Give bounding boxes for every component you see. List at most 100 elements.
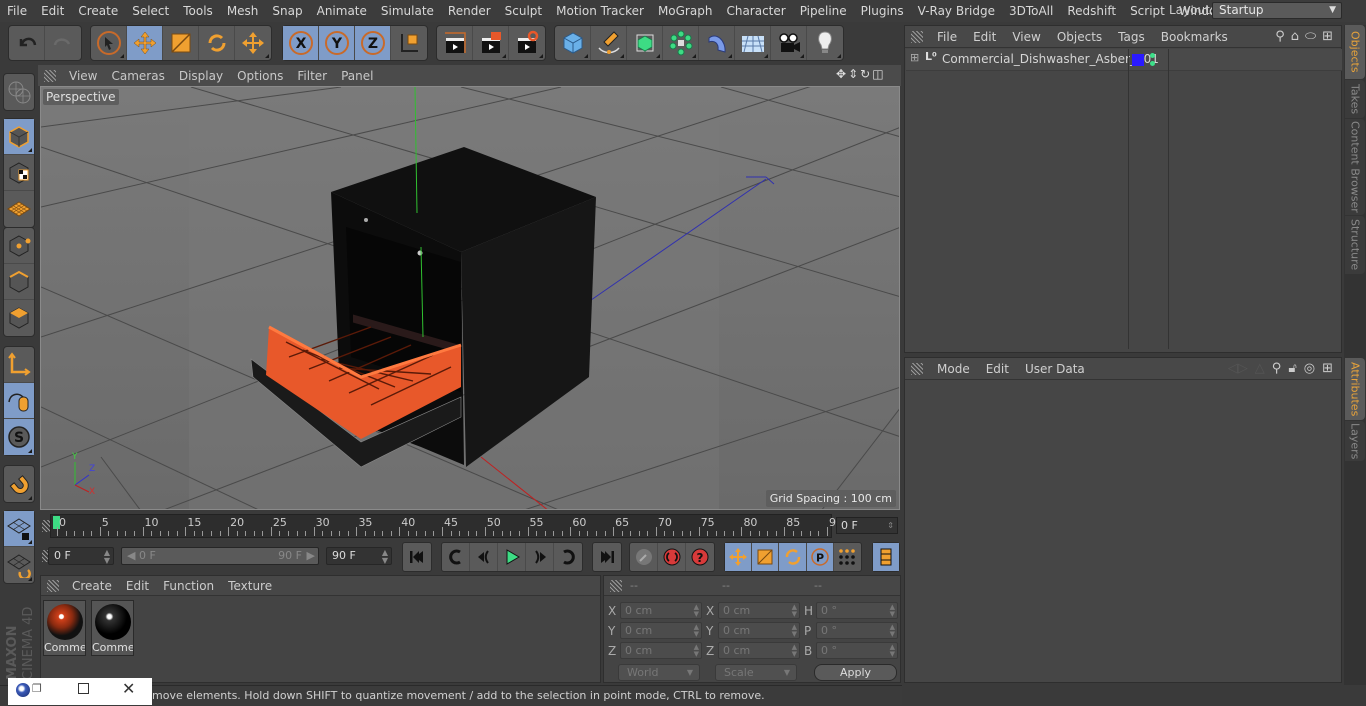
align-workplane-button[interactable] — [4, 547, 34, 583]
points-mode-button[interactable] — [4, 228, 34, 264]
viewport-menu-view[interactable]: View — [62, 69, 104, 83]
coordinate-field[interactable]: 0 cm ▲ ▼ — [718, 602, 800, 619]
subdivision-button[interactable] — [627, 26, 663, 60]
coordinate-field[interactable]: 0 cm ▲ ▼ — [620, 622, 702, 639]
render-settings-button[interactable] — [509, 26, 545, 60]
lock-workplane-button[interactable] — [4, 511, 34, 547]
layout-dropdown[interactable]: Startup ▼ — [1212, 2, 1342, 19]
menu-plugins[interactable]: Plugins — [854, 4, 911, 18]
timeline-ruler[interactable]: 051015202530354045505560657075808590 — [50, 514, 843, 538]
record-active-button[interactable] — [630, 543, 658, 571]
transform-mode-dropdown[interactable]: Scale ▼ — [715, 664, 797, 681]
spinner-icon[interactable]: ▲ ▼ — [694, 624, 699, 638]
y-axis-button[interactable]: Y — [319, 26, 355, 60]
maximize-view-icon[interactable]: ◫ — [872, 67, 883, 83]
frame-range-slider[interactable]: ◀ 0 F 90 F ▶ — [121, 547, 319, 565]
render-view-button[interactable] — [437, 26, 473, 60]
viewport-menu-display[interactable]: Display — [172, 69, 230, 83]
object-menu-edit[interactable]: Edit — [965, 30, 1004, 44]
solo-mode-button[interactable]: S — [4, 419, 34, 455]
menu-edit[interactable]: Edit — [34, 4, 71, 18]
object-name[interactable]: Commercial_Dishwasher_Asber_001 — [942, 52, 1159, 66]
menu-script[interactable]: Script — [1123, 4, 1172, 18]
start-frame-field[interactable]: 0 F ▲ ▼ — [48, 547, 114, 565]
spinner-icon[interactable]: ▲ ▼ — [382, 548, 388, 565]
key-pla-button[interactable] — [834, 543, 861, 571]
x-axis-button[interactable]: X — [283, 26, 319, 60]
key-rotation-button[interactable] — [779, 543, 807, 571]
pan-view-icon[interactable]: ✥ — [836, 67, 846, 83]
timeline-window-button[interactable] — [873, 543, 899, 571]
render-picture-viewer-button[interactable] — [473, 26, 509, 60]
current-frame-field[interactable]: 0 F ⇕ — [836, 517, 898, 534]
menu-mograph[interactable]: MoGraph — [651, 4, 720, 18]
restore-icon[interactable]: ❐ — [32, 682, 42, 695]
deformer-button[interactable] — [699, 26, 735, 60]
maximize-icon[interactable] — [78, 683, 89, 694]
coordinate-system-button[interactable] — [391, 26, 427, 60]
expand-icon[interactable]: ⊞ — [910, 51, 919, 64]
lock-icon[interactable]: 🔓︎ — [1288, 361, 1296, 376]
menu-file[interactable]: File — [0, 4, 34, 18]
tweak-mode-button[interactable] — [4, 383, 34, 419]
coordinate-field[interactable]: 0 ° ▲ ▼ — [816, 642, 898, 659]
menu-pipeline[interactable]: Pipeline — [793, 4, 854, 18]
redo-button[interactable] — [45, 26, 81, 60]
material-swatch[interactable]: Commer — [43, 600, 86, 656]
menu-mesh[interactable]: Mesh — [220, 4, 266, 18]
coordinate-space-dropdown[interactable]: World ▼ — [618, 664, 700, 681]
prev-frame-button[interactable] — [470, 543, 498, 571]
panel-grip[interactable] — [610, 579, 622, 592]
range-left-arrow-icon[interactable]: ◀ — [127, 549, 135, 562]
coordinate-field[interactable]: 0 cm ▲ ▼ — [620, 602, 702, 619]
back-icon[interactable]: ◁▷ — [1228, 361, 1248, 376]
coordinate-field[interactable]: 0 cm ▲ ▼ — [718, 642, 800, 659]
z-axis-button[interactable]: Z — [355, 26, 391, 60]
spinner-icon[interactable]: ▲ ▼ — [890, 644, 895, 658]
object-menu-view[interactable]: View — [1004, 30, 1048, 44]
eye-icon[interactable]: ⬭ — [1305, 29, 1316, 44]
new-panel-icon[interactable]: ⊞ — [1322, 29, 1333, 44]
target-icon[interactable]: ◎ — [1304, 361, 1315, 376]
cube-button[interactable] — [555, 26, 591, 60]
coordinate-field[interactable]: 0 cm ▲ ▼ — [718, 622, 800, 639]
floor-button[interactable] — [735, 26, 771, 60]
keyframe-selection-button[interactable]: ? — [686, 543, 714, 571]
goto-start-button[interactable] — [403, 543, 431, 571]
panel-grip[interactable] — [47, 579, 59, 592]
next-frame-button[interactable] — [526, 543, 554, 571]
rotate-view-icon[interactable]: ↻ — [860, 67, 870, 83]
attribute-menu-mode[interactable]: Mode — [929, 362, 978, 376]
make-editable-button[interactable] — [4, 74, 34, 110]
range-right-arrow-icon[interactable]: ▶ — [307, 548, 315, 564]
axis-mode-button[interactable] — [4, 347, 34, 383]
menu-redshift[interactable]: Redshift — [1060, 4, 1123, 18]
up-icon[interactable]: △ — [1255, 361, 1265, 376]
object-menu-bookmarks[interactable]: Bookmarks — [1153, 30, 1236, 44]
recent-tool-button[interactable] — [235, 26, 271, 60]
camera-button[interactable] — [771, 26, 807, 60]
scale-button[interactable] — [163, 26, 199, 60]
search-icon[interactable]: ⚲ — [1275, 29, 1285, 44]
spinner-icon[interactable]: ⇕ — [887, 518, 894, 533]
spinner-icon[interactable]: ▲ ▼ — [890, 604, 895, 618]
undo-button[interactable] — [9, 26, 45, 60]
tab-takes[interactable]: Takes — [1345, 80, 1365, 118]
material-swatch[interactable]: Commer — [91, 600, 134, 656]
snap-button[interactable] — [4, 466, 34, 502]
key-parameter-button[interactable]: P — [806, 543, 834, 571]
menu-v-ray-bridge[interactable]: V-Ray Bridge — [911, 4, 1002, 18]
object-menu-tags[interactable]: Tags — [1110, 30, 1153, 44]
key-scale-button[interactable] — [752, 543, 780, 571]
object-menu-file[interactable]: File — [929, 30, 965, 44]
tab-content-browser[interactable]: Content Browser — [1345, 119, 1365, 215]
layer-color-swatch[interactable] — [1132, 54, 1144, 66]
menu-snap[interactable]: Snap — [265, 4, 309, 18]
cloner-button[interactable] — [663, 26, 699, 60]
rotate-button[interactable] — [199, 26, 235, 60]
object-menu-objects[interactable]: Objects — [1049, 30, 1110, 44]
menu-character[interactable]: Character — [719, 4, 792, 18]
spinner-icon[interactable]: ▲ ▼ — [694, 644, 699, 658]
move-button[interactable] — [127, 26, 163, 60]
tab-attributes[interactable]: Attributes — [1345, 358, 1365, 420]
